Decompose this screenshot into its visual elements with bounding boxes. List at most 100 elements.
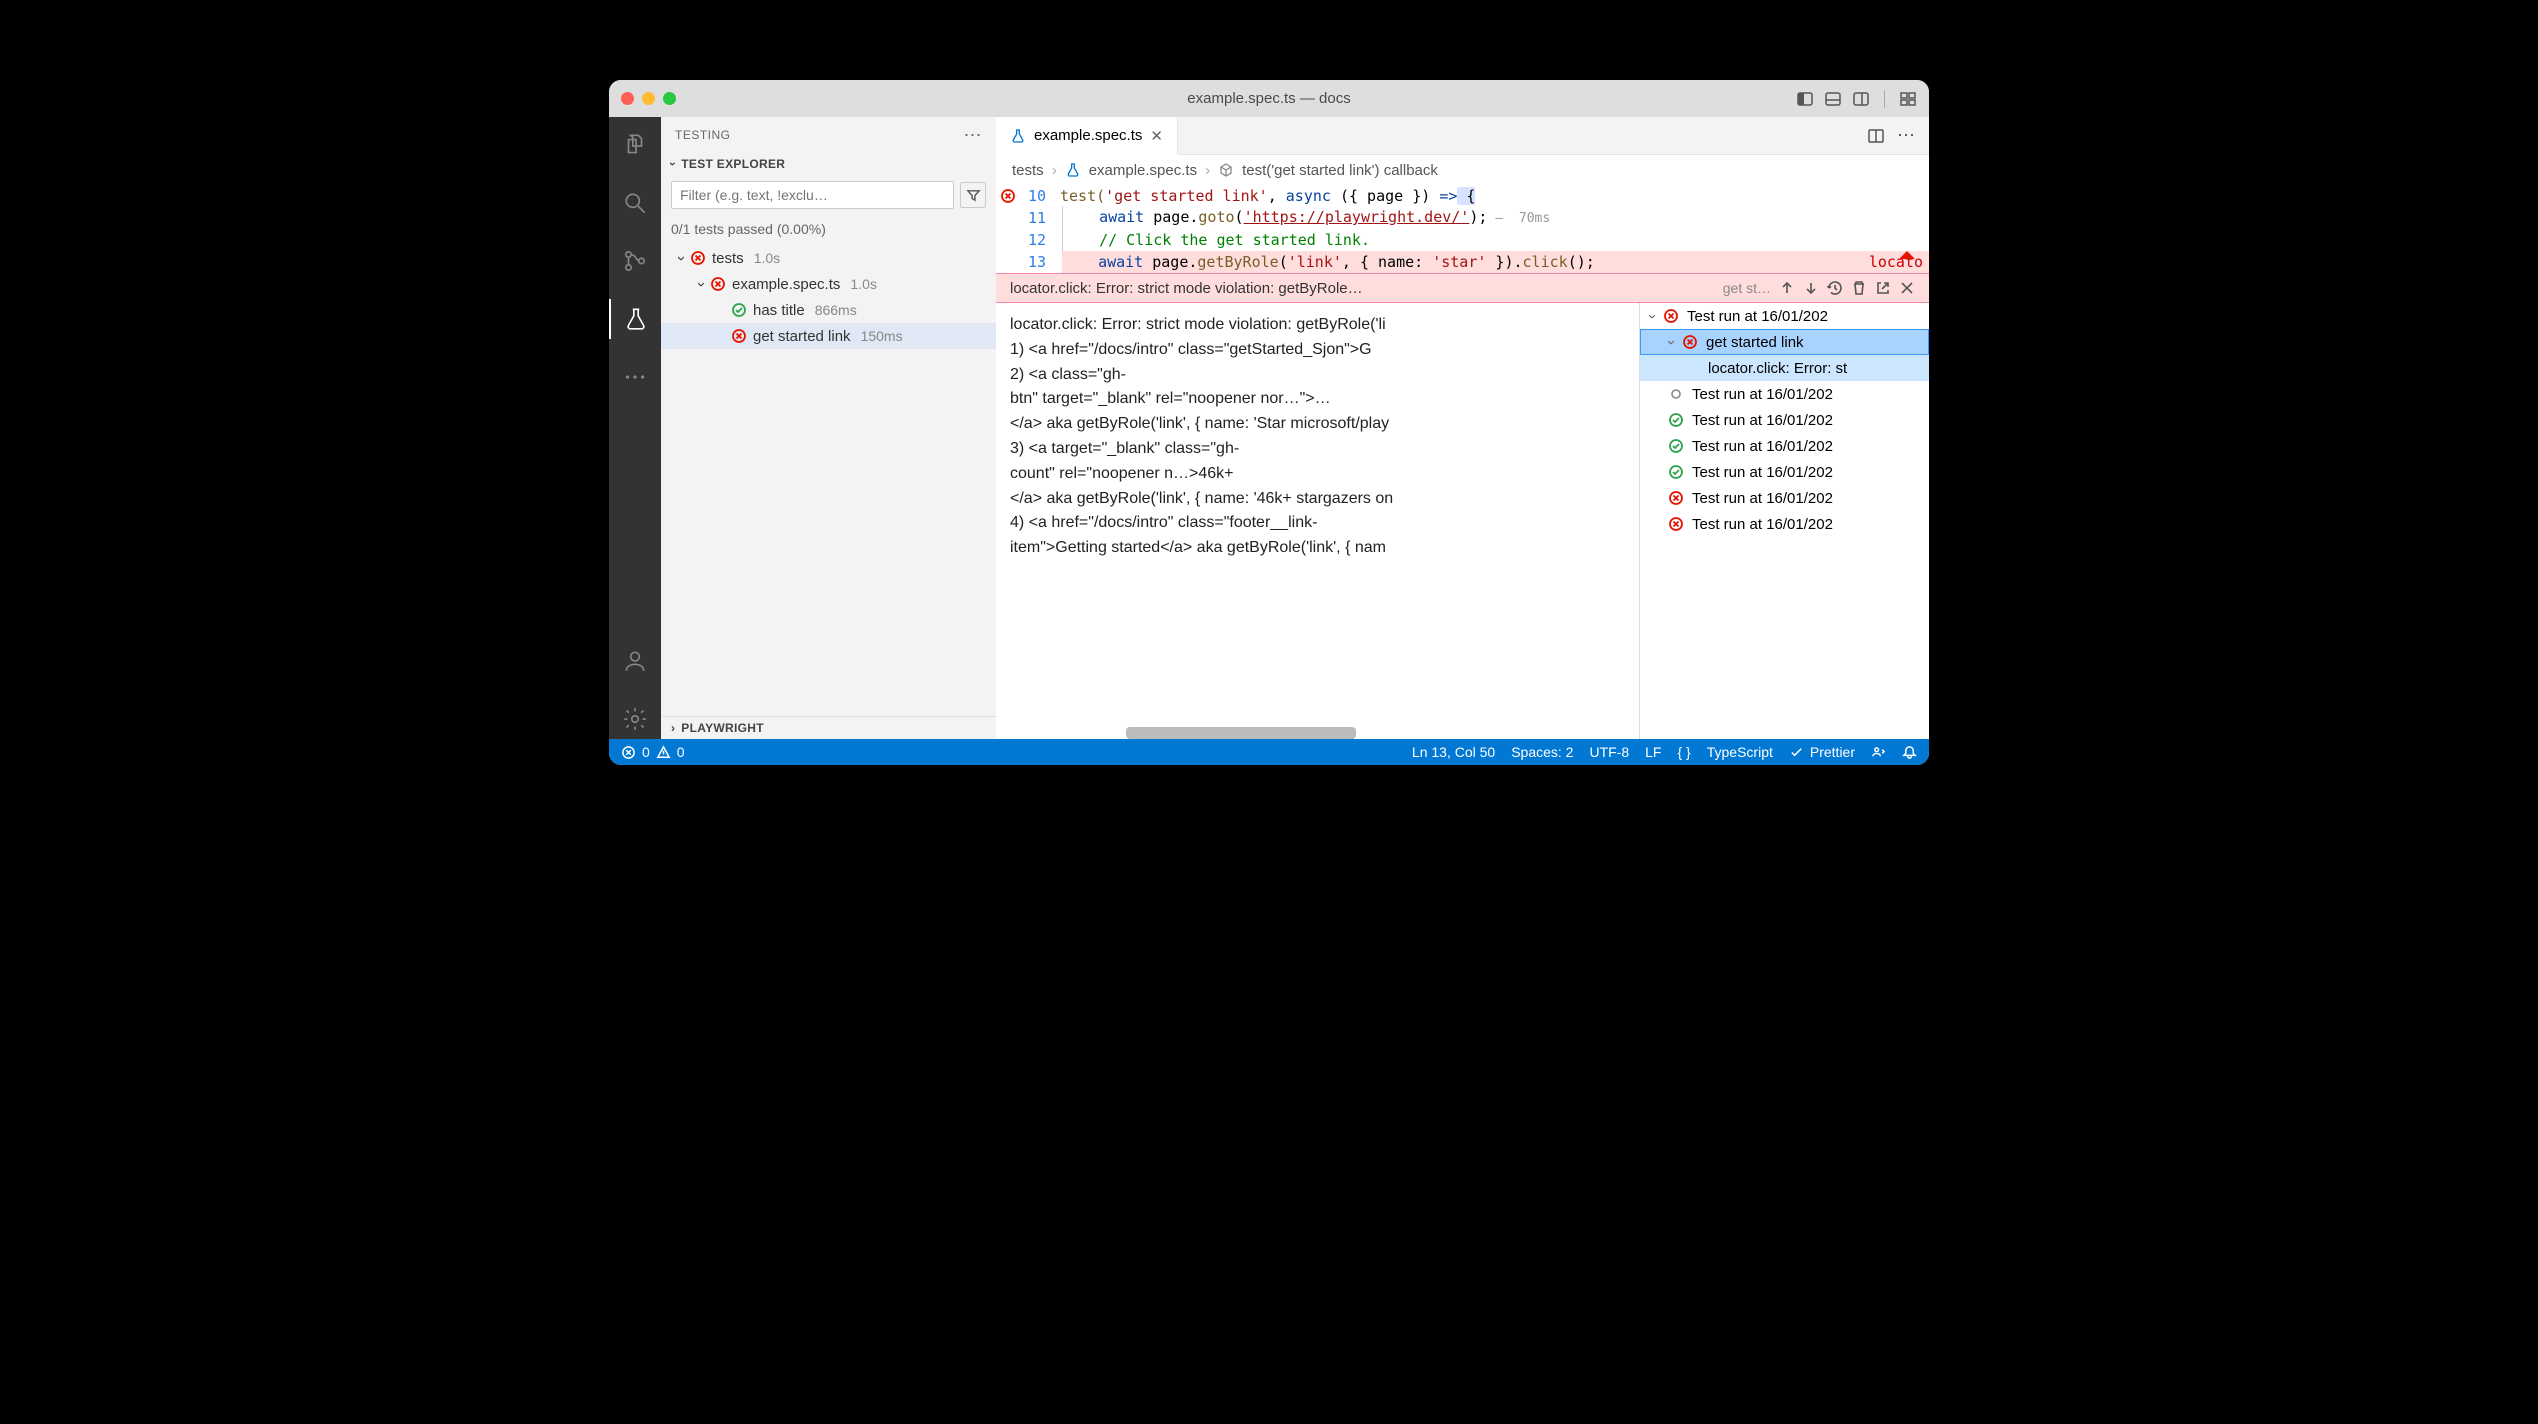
inline-error-header: locator.click: Error: strict mode violat…: [996, 273, 1929, 303]
status-braces-icon[interactable]: { }: [1677, 744, 1690, 760]
test-node-label: example.spec.ts: [732, 276, 840, 293]
status-cursor-pos[interactable]: Ln 13, Col 50: [1412, 744, 1495, 760]
source-control-icon[interactable]: [609, 241, 661, 281]
test-run[interactable]: Test run at 16/01/202: [1640, 381, 1929, 407]
line-number: 12: [1020, 229, 1060, 251]
more-icon[interactable]: [609, 357, 661, 397]
chevron-down-icon: ›: [666, 162, 680, 166]
open-external-icon[interactable]: [1875, 280, 1891, 296]
flask-icon: [1010, 128, 1026, 144]
fail-icon: [1668, 490, 1684, 506]
code-editor[interactable]: 10 test('get started link', async ({ pag…: [996, 185, 1929, 273]
test-node-has-title[interactable]: has title 866ms: [661, 297, 996, 323]
window-controls: [621, 92, 676, 105]
settings-icon[interactable]: [609, 699, 661, 739]
status-bar: 0 0 Ln 13, Col 50 Spaces: 2 UTF-8 LF { }…: [609, 739, 1929, 765]
ring-icon: [1668, 386, 1684, 402]
sidebar: TESTING ⋯ › TEST EXPLORER 0/1 tests pass…: [661, 117, 996, 739]
test-run[interactable]: Test run at 16/01/202: [1640, 511, 1929, 537]
test-run[interactable]: Test run at 16/01/202: [1640, 459, 1929, 485]
trash-icon[interactable]: [1851, 280, 1867, 296]
test-explorer-section[interactable]: › TEST EXPLORER: [661, 153, 996, 175]
split-editor-icon[interactable]: [1867, 127, 1885, 145]
sidebar-title-text: TESTING: [675, 128, 731, 142]
breadcrumb-symbol[interactable]: test('get started link') callback: [1242, 162, 1438, 179]
test-run[interactable]: Test run at 16/01/202: [1640, 485, 1929, 511]
explorer-icon[interactable]: [609, 125, 661, 165]
test-node-get-started[interactable]: get started link 150ms: [661, 323, 996, 349]
status-language[interactable]: TypeScript: [1707, 744, 1773, 760]
activity-bar: [609, 117, 661, 739]
status-problems[interactable]: 0 0: [621, 744, 685, 760]
error-details[interactable]: locator.click: Error: strict mode violat…: [996, 303, 1639, 739]
line-number: 10: [1020, 185, 1060, 207]
test-node-duration: 150ms: [861, 328, 903, 344]
inline-error-sub: get st…: [1723, 280, 1771, 296]
chevron-right-icon: ›: [671, 721, 675, 735]
test-node-duration: 1.0s: [754, 250, 780, 266]
warning-count-icon: [656, 745, 671, 760]
test-runs-panel: › Test run at 16/01/202 › get started li…: [1639, 303, 1929, 739]
test-run[interactable]: Test run at 16/01/202: [1640, 433, 1929, 459]
close-tab-icon[interactable]: ✕: [1150, 127, 1163, 145]
test-node-duration: 1.0s: [850, 276, 876, 292]
test-run-item[interactable]: › get started link: [1640, 329, 1929, 355]
status-eol[interactable]: LF: [1645, 744, 1661, 760]
tab-actions: ⋯: [1853, 117, 1929, 154]
sidebar-more-icon[interactable]: ⋯: [964, 125, 983, 146]
search-icon[interactable]: [609, 183, 661, 223]
horizontal-scrollbar[interactable]: [1126, 727, 1356, 739]
panel-left-icon[interactable]: [1796, 90, 1814, 108]
test-node-label: tests: [712, 250, 744, 267]
tab-label: example.spec.ts: [1034, 127, 1142, 144]
test-run-message[interactable]: locator.click: Error: st: [1640, 355, 1929, 381]
test-node-label: has title: [753, 302, 805, 319]
sidebar-title: TESTING ⋯: [661, 117, 996, 153]
separator: [1884, 90, 1885, 108]
filter-icon[interactable]: [960, 182, 986, 208]
fail-gutter-icon[interactable]: [1000, 188, 1016, 204]
testing-icon[interactable]: [609, 299, 661, 339]
panel-right-icon[interactable]: [1852, 90, 1870, 108]
status-encoding[interactable]: UTF-8: [1589, 744, 1629, 760]
fail-icon: [731, 328, 747, 344]
titlebar-layout-controls: [1796, 90, 1917, 108]
test-node-file[interactable]: › example.spec.ts 1.0s: [661, 271, 996, 297]
layout-grid-icon[interactable]: [1899, 90, 1917, 108]
minimize-window-button[interactable]: [642, 92, 655, 105]
error-count-icon: [621, 745, 636, 760]
test-node-root[interactable]: › tests 1.0s: [661, 245, 996, 271]
test-pass-summary: 0/1 tests passed (0.00%): [661, 215, 996, 243]
test-run[interactable]: Test run at 16/01/202: [1640, 407, 1929, 433]
breadcrumb-file[interactable]: example.spec.ts: [1089, 162, 1197, 179]
status-indent[interactable]: Spaces: 2: [1511, 744, 1573, 760]
status-feedback-icon[interactable]: [1871, 745, 1886, 760]
line-number: 11: [1020, 207, 1060, 229]
down-arrow-icon[interactable]: [1803, 280, 1819, 296]
close-window-button[interactable]: [621, 92, 634, 105]
playwright-section[interactable]: › PLAYWRIGHT: [661, 716, 996, 739]
filter-input[interactable]: [671, 181, 954, 209]
titlebar: example.spec.ts — docs: [609, 80, 1929, 117]
test-run[interactable]: › Test run at 16/01/202: [1640, 303, 1929, 329]
breadcrumb-folder[interactable]: tests: [1012, 162, 1044, 179]
account-icon[interactable]: [609, 641, 661, 681]
up-arrow-icon[interactable]: [1779, 280, 1795, 296]
history-icon[interactable]: [1827, 280, 1843, 296]
symbol-icon: [1218, 162, 1234, 178]
status-bell-icon[interactable]: [1902, 745, 1917, 760]
editor-more-icon[interactable]: ⋯: [1897, 125, 1915, 146]
zoom-window-button[interactable]: [663, 92, 676, 105]
test-explorer-label: TEST EXPLORER: [681, 157, 785, 171]
test-tree: › tests 1.0s › example.spec.ts 1.0s has …: [661, 243, 996, 716]
fail-icon: [1663, 308, 1679, 324]
tab-example-spec[interactable]: example.spec.ts ✕: [996, 117, 1178, 155]
fail-icon: [1682, 334, 1698, 350]
status-prettier[interactable]: Prettier: [1789, 744, 1855, 760]
vscode-window: example.spec.ts — docs TESTING ⋯: [609, 80, 1929, 765]
breadcrumb[interactable]: tests › example.spec.ts › test('get star…: [996, 155, 1929, 185]
pass-icon: [1668, 438, 1684, 454]
chevron-down-icon: ›: [693, 282, 710, 287]
panel-bottom-icon[interactable]: [1824, 90, 1842, 108]
close-icon[interactable]: [1899, 280, 1915, 296]
